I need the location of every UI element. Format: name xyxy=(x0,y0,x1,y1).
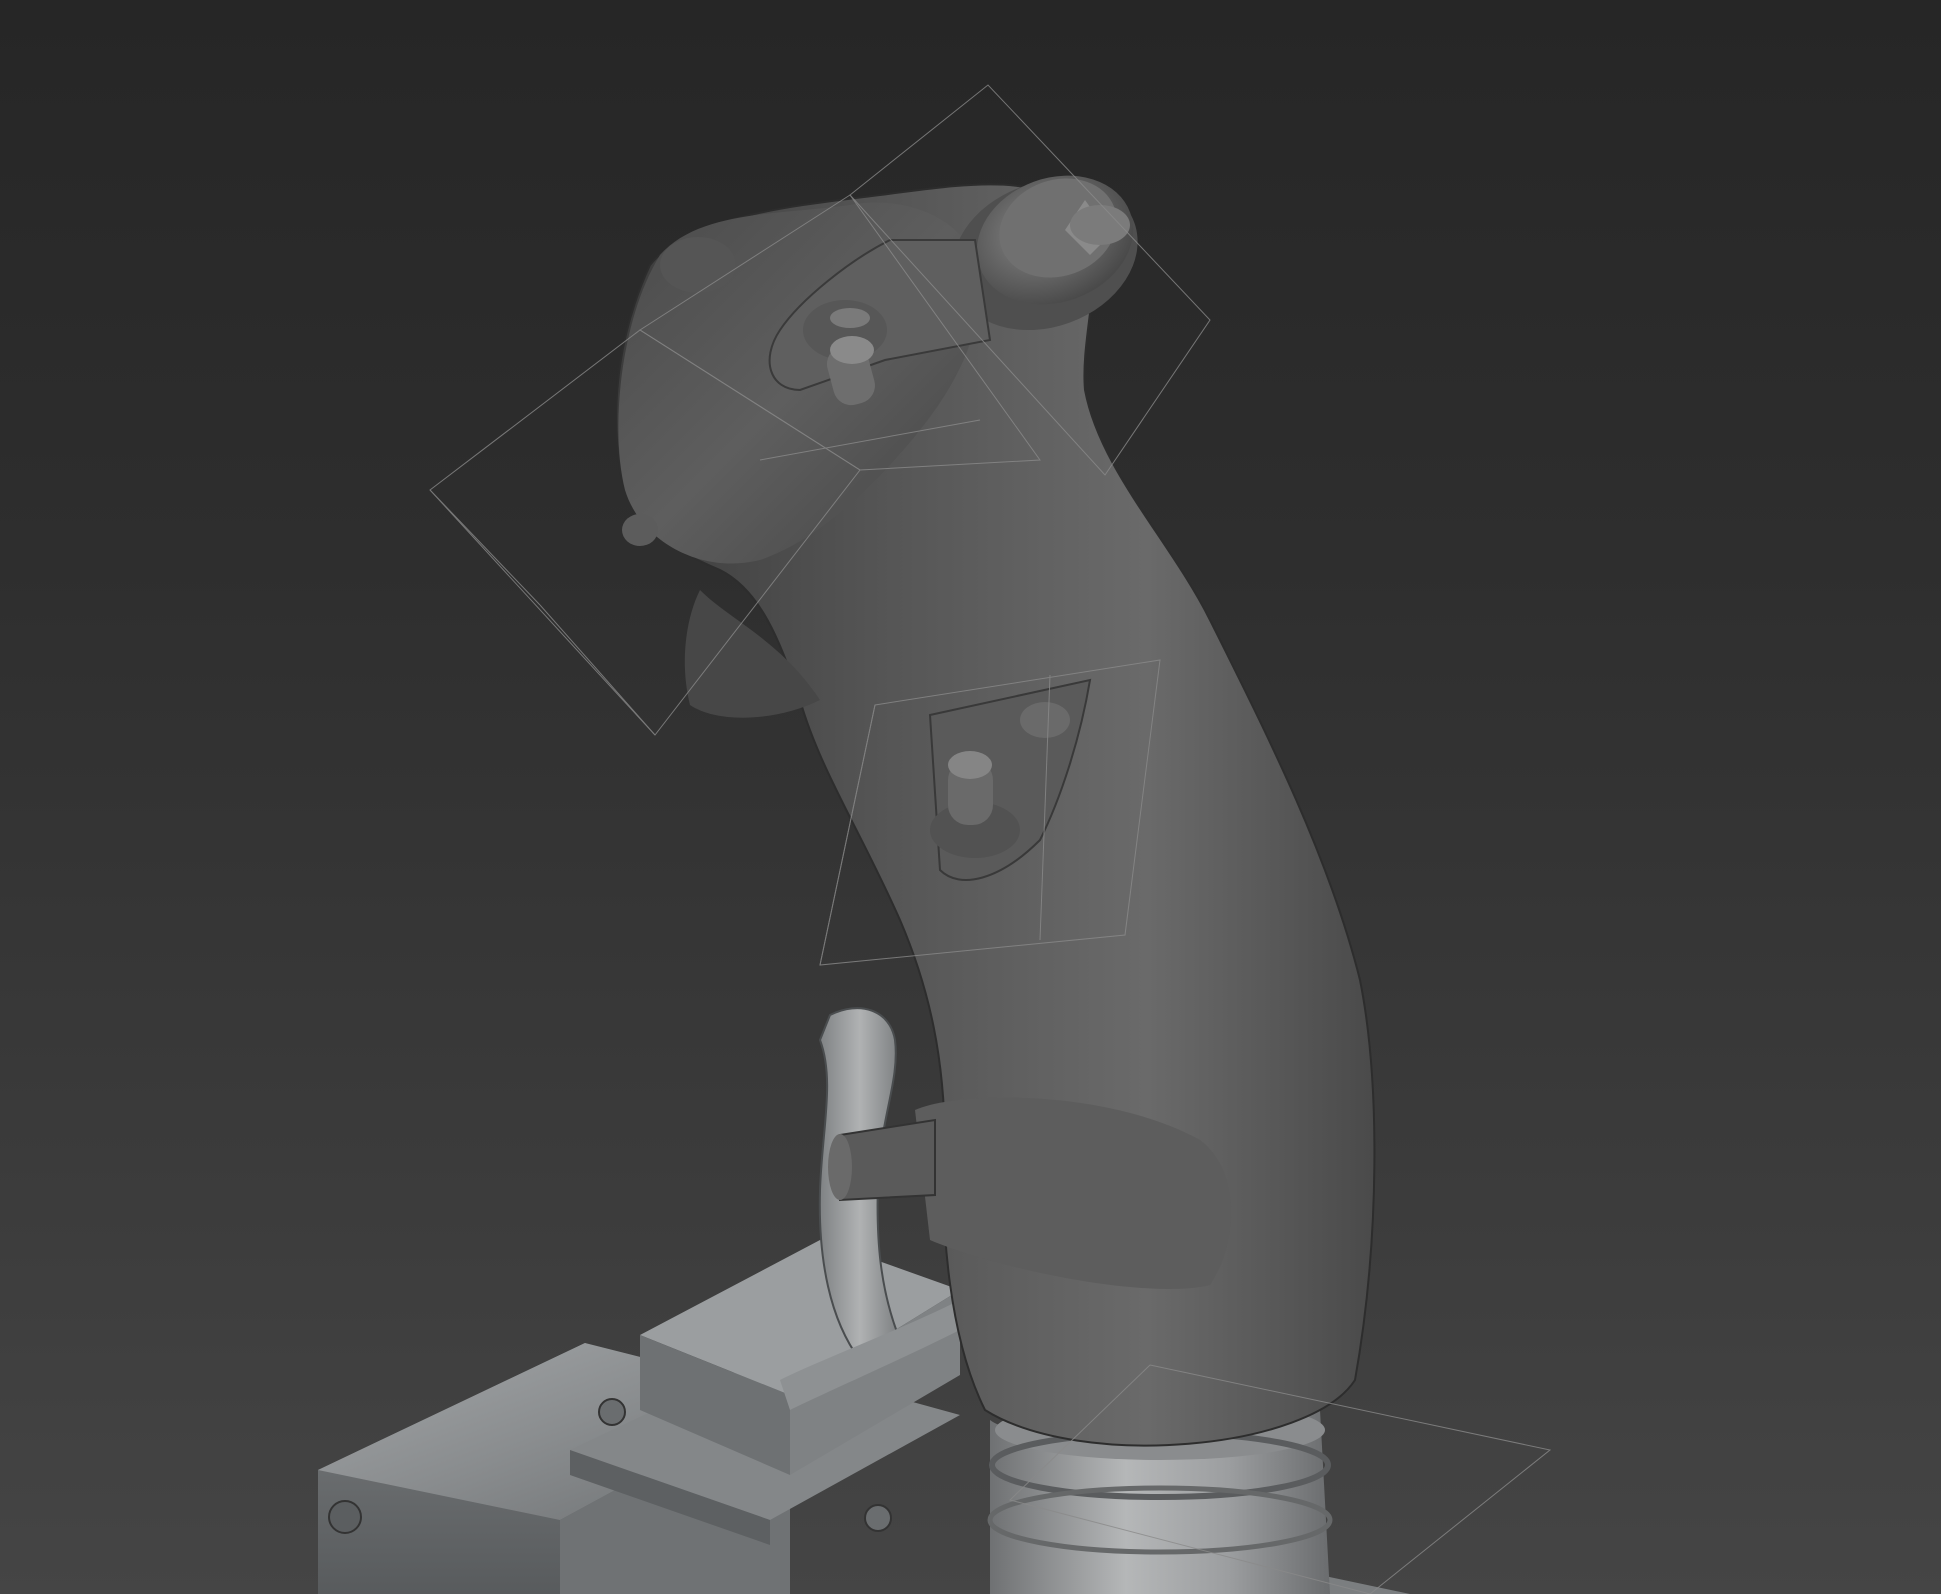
screw-icon xyxy=(328,1500,362,1534)
screw-icon xyxy=(598,1398,626,1426)
viewport-render[interactable] xyxy=(0,0,1941,1594)
3d-viewport[interactable] xyxy=(0,0,1941,1594)
screw-icon xyxy=(864,1504,892,1532)
